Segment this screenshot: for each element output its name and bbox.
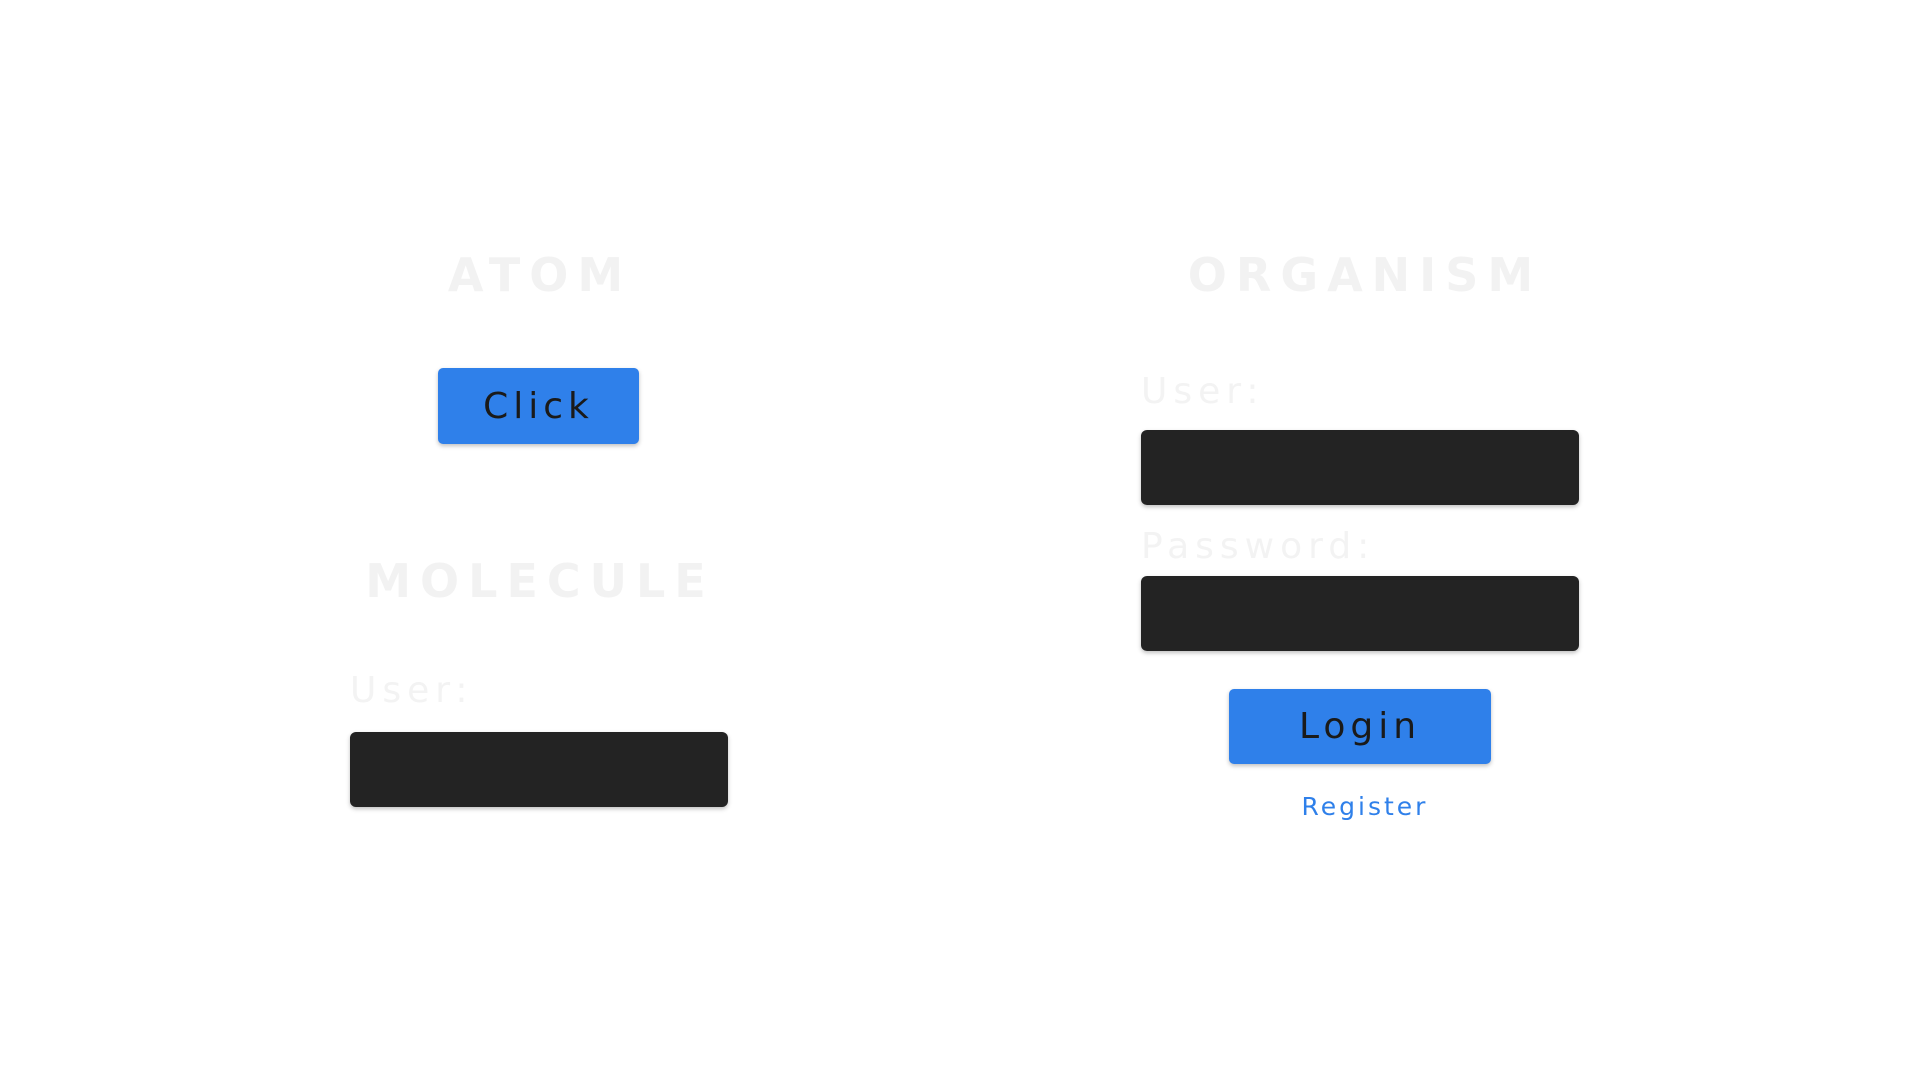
organism-password-input[interactable] xyxy=(1141,576,1579,651)
molecule-user-input[interactable] xyxy=(350,732,728,807)
organism-user-input[interactable] xyxy=(1141,430,1579,505)
molecule-user-label: User: xyxy=(350,670,474,711)
click-button[interactable]: Click xyxy=(438,368,639,444)
organism-title: ORGANISM xyxy=(1187,248,1543,302)
atom-title: ATOM xyxy=(447,248,633,302)
organism-user-label: User: xyxy=(1141,371,1265,412)
page: ATOM Click MOLECULE User: ORGANISM User:… xyxy=(0,0,1920,1080)
login-button[interactable]: Login xyxy=(1229,689,1491,764)
molecule-title: MOLECULE xyxy=(365,554,715,608)
organism-password-label: Password: xyxy=(1141,526,1376,567)
register-link[interactable]: Register xyxy=(1265,790,1465,824)
